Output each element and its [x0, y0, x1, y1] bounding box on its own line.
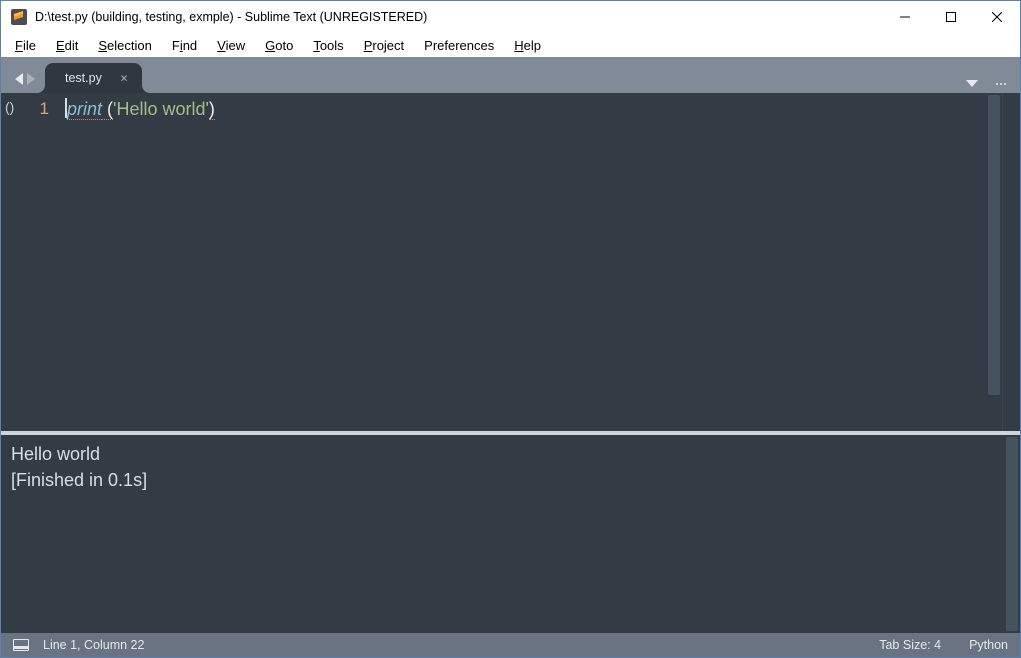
menu-edit[interactable]: Edit: [46, 35, 88, 56]
menu-find[interactable]: Find: [162, 35, 207, 56]
app-window: D:\test.py (building, testing, exmple) -…: [0, 0, 1021, 658]
token-open-paren: (: [102, 99, 113, 120]
panel-toggle-icon[interactable]: [13, 639, 29, 651]
build-output[interactable]: Hello world [Finished in 0.1s]: [1, 435, 1004, 633]
code-line-1: print ('Hello world'): [65, 97, 986, 121]
menu-tools[interactable]: Tools: [303, 35, 353, 56]
minimize-button[interactable]: [882, 1, 928, 33]
gutter: () 1: [1, 93, 59, 431]
code-view[interactable]: print ('Hello world'): [59, 93, 986, 431]
token-string: 'Hello world': [113, 99, 209, 119]
token-close-paren: ): [209, 99, 215, 120]
status-tab-size[interactable]: Tab Size: 4: [879, 638, 941, 652]
title-bar[interactable]: D:\test.py (building, testing, exmple) -…: [1, 1, 1020, 33]
menu-bar: File Edit Selection Find View Goto Tools…: [1, 33, 1020, 57]
tab-more-icon[interactable]: [996, 83, 1006, 85]
maximize-button[interactable]: [928, 1, 974, 33]
tab-nav-prev-icon[interactable]: [15, 73, 23, 85]
token-func: print: [67, 99, 102, 120]
tab-bar-tools: [966, 80, 1020, 93]
tab-bar: test.py ×: [1, 57, 1020, 93]
app-body: test.py × () 1 print ('Hello world'): [1, 57, 1020, 657]
menu-view[interactable]: View: [207, 35, 255, 56]
scrollbar-thumb[interactable]: [1006, 437, 1018, 631]
output-line: [Finished in 0.1s]: [11, 467, 1004, 493]
editor-area: () 1 print ('Hello world') Hello world […: [1, 93, 1020, 633]
output-panel: Hello world [Finished in 0.1s]: [1, 435, 1020, 633]
tab-overflow-icon[interactable]: [966, 80, 978, 87]
tab-close-icon[interactable]: ×: [120, 71, 128, 86]
minimap[interactable]: [1002, 93, 1020, 431]
fold-indicator: (): [5, 99, 14, 115]
output-line: Hello world: [11, 441, 1004, 467]
scrollbar-thumb[interactable]: [988, 95, 1000, 395]
editor-pane: () 1 print ('Hello world'): [1, 93, 1020, 431]
line-number: 1: [40, 97, 49, 121]
output-scrollbar[interactable]: [1004, 435, 1020, 633]
menu-file[interactable]: File: [5, 35, 46, 56]
tab-active[interactable]: test.py ×: [45, 63, 142, 93]
menu-preferences[interactable]: Preferences: [414, 35, 504, 56]
sublime-icon: [11, 9, 27, 25]
status-position[interactable]: Line 1, Column 22: [43, 638, 144, 652]
window-title: D:\test.py (building, testing, exmple) -…: [35, 10, 427, 24]
menu-selection[interactable]: Selection: [88, 35, 161, 56]
editor-scrollbar[interactable]: [986, 93, 1002, 431]
menu-goto[interactable]: Goto: [255, 35, 303, 56]
menu-project[interactable]: Project: [354, 35, 414, 56]
menu-help[interactable]: Help: [504, 35, 551, 56]
status-syntax[interactable]: Python: [969, 638, 1008, 652]
status-bar: Line 1, Column 22 Tab Size: 4 Python: [1, 633, 1020, 657]
close-button[interactable]: [974, 1, 1020, 33]
tab-label: test.py: [65, 71, 102, 85]
